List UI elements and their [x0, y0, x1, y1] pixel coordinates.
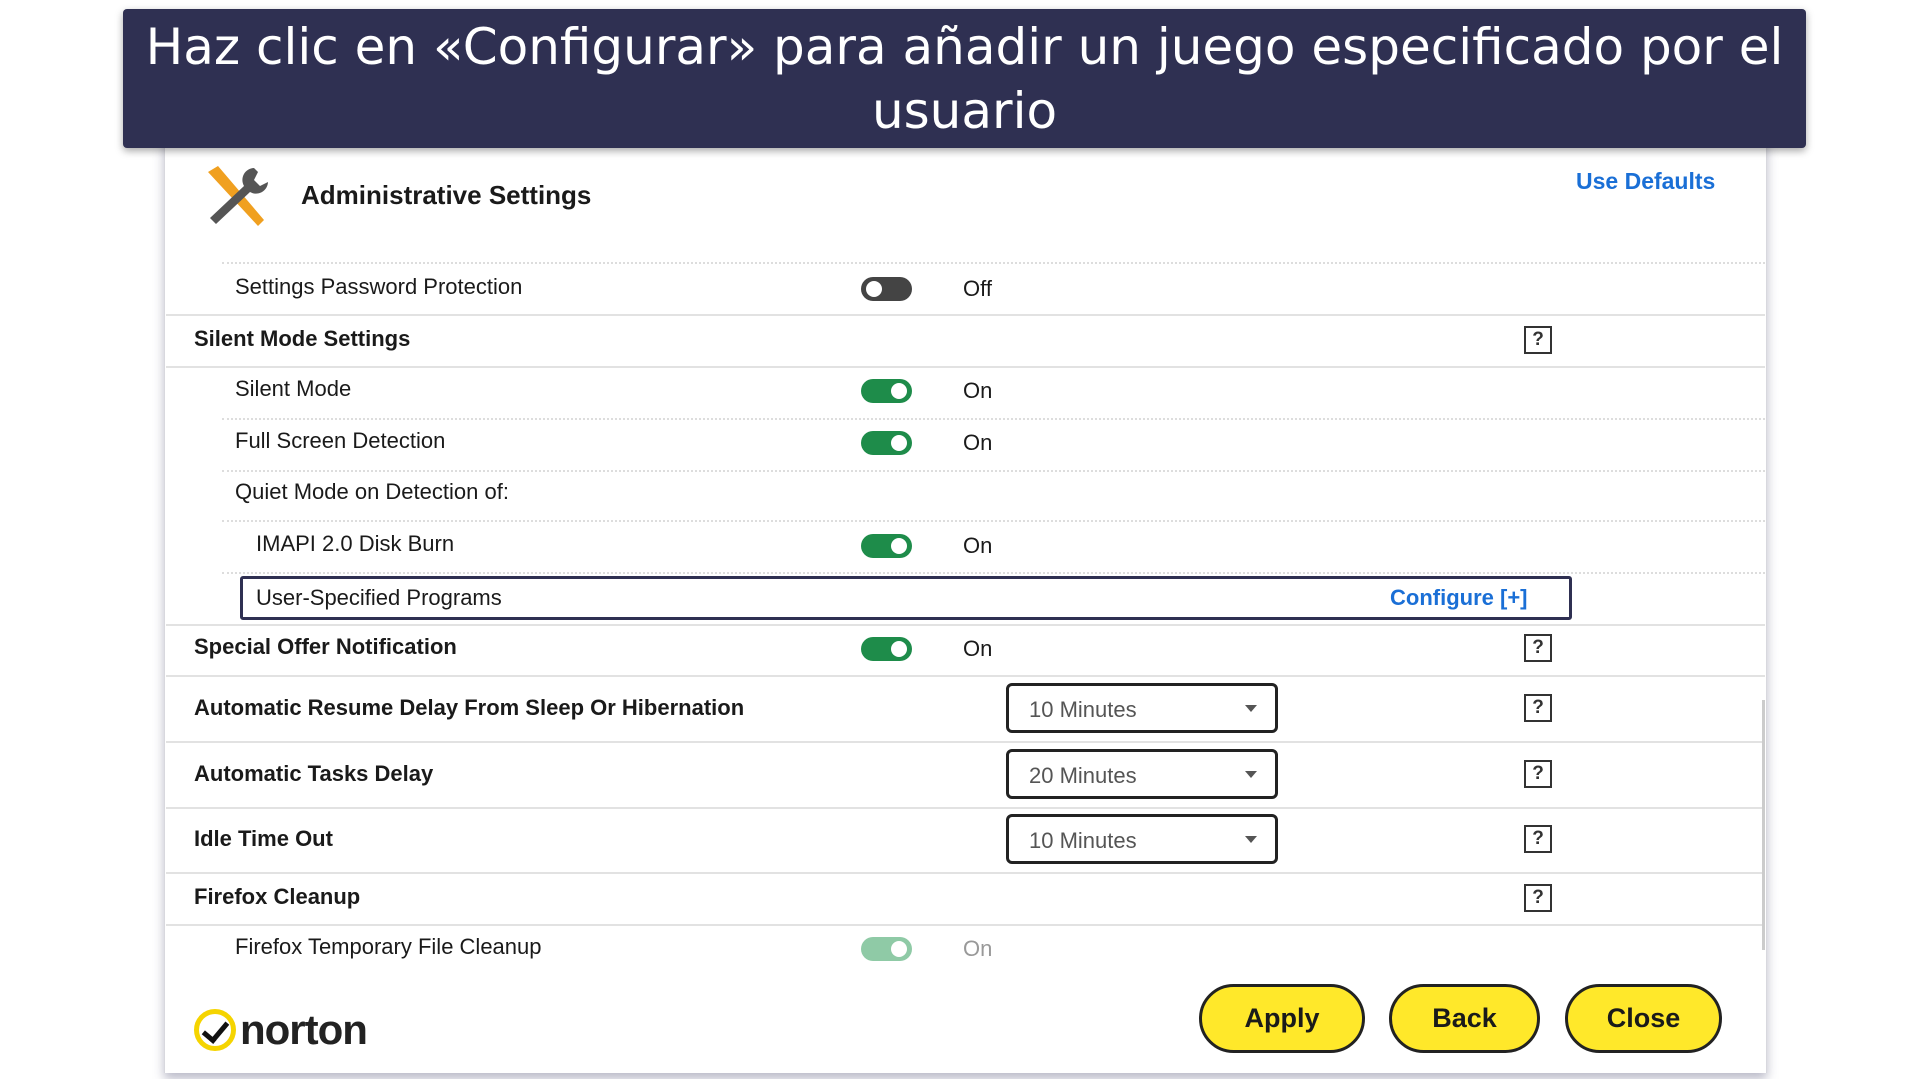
full-screen-detection-toggle[interactable]	[861, 431, 912, 455]
configure-link[interactable]: Configure [+]	[1390, 585, 1528, 611]
setting-row-quiet-mode: Quiet Mode on Detection of:	[166, 479, 1765, 519]
divider	[166, 314, 1765, 316]
setting-row-silent-mode: Silent Mode On	[166, 376, 1765, 416]
setting-row-password-protection: Settings Password Protection Off	[166, 272, 1765, 312]
toggle-state: On	[963, 430, 993, 455]
section-idle-time-out: Idle Time Out 10 Minutes ?	[166, 814, 1765, 864]
setting-label: Settings Password Protection	[235, 274, 523, 299]
divider	[166, 872, 1765, 874]
section-tasks-delay: Automatic Tasks Delay 20 Minutes ?	[166, 749, 1765, 799]
norton-check-icon	[194, 1009, 236, 1051]
idle-time-out-dropdown[interactable]: 10 Minutes	[1006, 814, 1278, 864]
divider	[222, 262, 1765, 264]
password-protection-toggle[interactable]	[861, 277, 912, 301]
dropdown-value: 10 Minutes	[1029, 697, 1137, 722]
tasks-delay-dropdown[interactable]: 20 Minutes	[1006, 749, 1278, 799]
section-heading: Special Offer Notification	[194, 634, 457, 659]
toggle-state: On	[963, 378, 993, 403]
section-resume-delay: Automatic Resume Delay From Sleep Or Hib…	[166, 683, 1765, 733]
help-icon[interactable]: ?	[1524, 326, 1552, 354]
section-heading: Idle Time Out	[194, 826, 333, 851]
resume-delay-dropdown[interactable]: 10 Minutes	[1006, 683, 1278, 733]
page-title: Administrative Settings	[301, 180, 592, 210]
setting-label: Full Screen Detection	[235, 428, 446, 453]
dropdown-value: 10 Minutes	[1029, 828, 1137, 853]
section-heading: Firefox Cleanup	[194, 884, 361, 909]
section-special-offer: Special Offer Notification On ?	[166, 634, 1765, 674]
imapi-disk-burn-toggle[interactable]	[861, 534, 912, 558]
divider	[222, 418, 1765, 420]
section-heading: Automatic Resume Delay From Sleep Or Hib…	[194, 695, 745, 720]
divider	[222, 572, 1765, 574]
instruction-banner: Haz clic en «Configurar» para añadir un …	[123, 9, 1806, 148]
toggle-state: On	[963, 936, 993, 961]
toggle-state: On	[963, 636, 993, 661]
scrollbar[interactable]	[1762, 700, 1765, 950]
section-heading: Automatic Tasks Delay	[194, 761, 434, 786]
setting-label: Silent Mode	[235, 376, 352, 401]
section-firefox-cleanup: Firefox Cleanup ?	[166, 884, 1765, 924]
setting-label: Quiet Mode on Detection of:	[235, 479, 509, 504]
divider	[222, 520, 1765, 522]
section-silent-mode: Silent Mode Settings ?	[166, 326, 1765, 366]
setting-row-full-screen-detection: Full Screen Detection On	[166, 428, 1765, 468]
wrench-screwdriver-icon	[208, 166, 268, 226]
firefox-temp-cleanup-toggle[interactable]	[861, 937, 912, 961]
divider	[166, 675, 1765, 677]
apply-button[interactable]: Apply	[1199, 984, 1365, 1053]
setting-label: Firefox Temporary File Cleanup	[235, 934, 542, 959]
help-icon[interactable]: ?	[1524, 825, 1552, 853]
dropdown-value: 20 Minutes	[1029, 763, 1137, 788]
section-heading: Silent Mode Settings	[194, 326, 411, 351]
norton-wordmark: norton	[240, 1006, 368, 1053]
divider	[166, 924, 1765, 926]
help-icon[interactable]: ?	[1524, 884, 1552, 912]
setting-row-firefox-temp-cleanup: Firefox Temporary File Cleanup On	[166, 934, 1765, 974]
divider	[166, 624, 1765, 626]
silent-mode-toggle[interactable]	[861, 379, 912, 403]
divider	[166, 807, 1765, 809]
divider	[166, 366, 1765, 368]
use-defaults-link[interactable]: Use Defaults	[1576, 168, 1715, 195]
divider	[222, 470, 1765, 472]
help-icon[interactable]: ?	[1524, 634, 1552, 662]
special-offer-toggle[interactable]	[861, 637, 912, 661]
divider	[166, 741, 1765, 743]
toggle-state: Off	[963, 276, 992, 301]
help-icon[interactable]: ?	[1524, 694, 1552, 722]
close-button[interactable]: Close	[1565, 984, 1722, 1053]
toggle-state: On	[963, 533, 993, 558]
back-button[interactable]: Back	[1389, 984, 1540, 1053]
setting-row-imapi-disk-burn: IMAPI 2.0 Disk Burn On	[166, 531, 1765, 571]
help-icon[interactable]: ?	[1524, 760, 1552, 788]
setting-label: IMAPI 2.0 Disk Burn	[256, 531, 455, 556]
norton-logo: norton	[194, 1006, 368, 1054]
setting-label: User-Specified Programs	[256, 585, 502, 610]
